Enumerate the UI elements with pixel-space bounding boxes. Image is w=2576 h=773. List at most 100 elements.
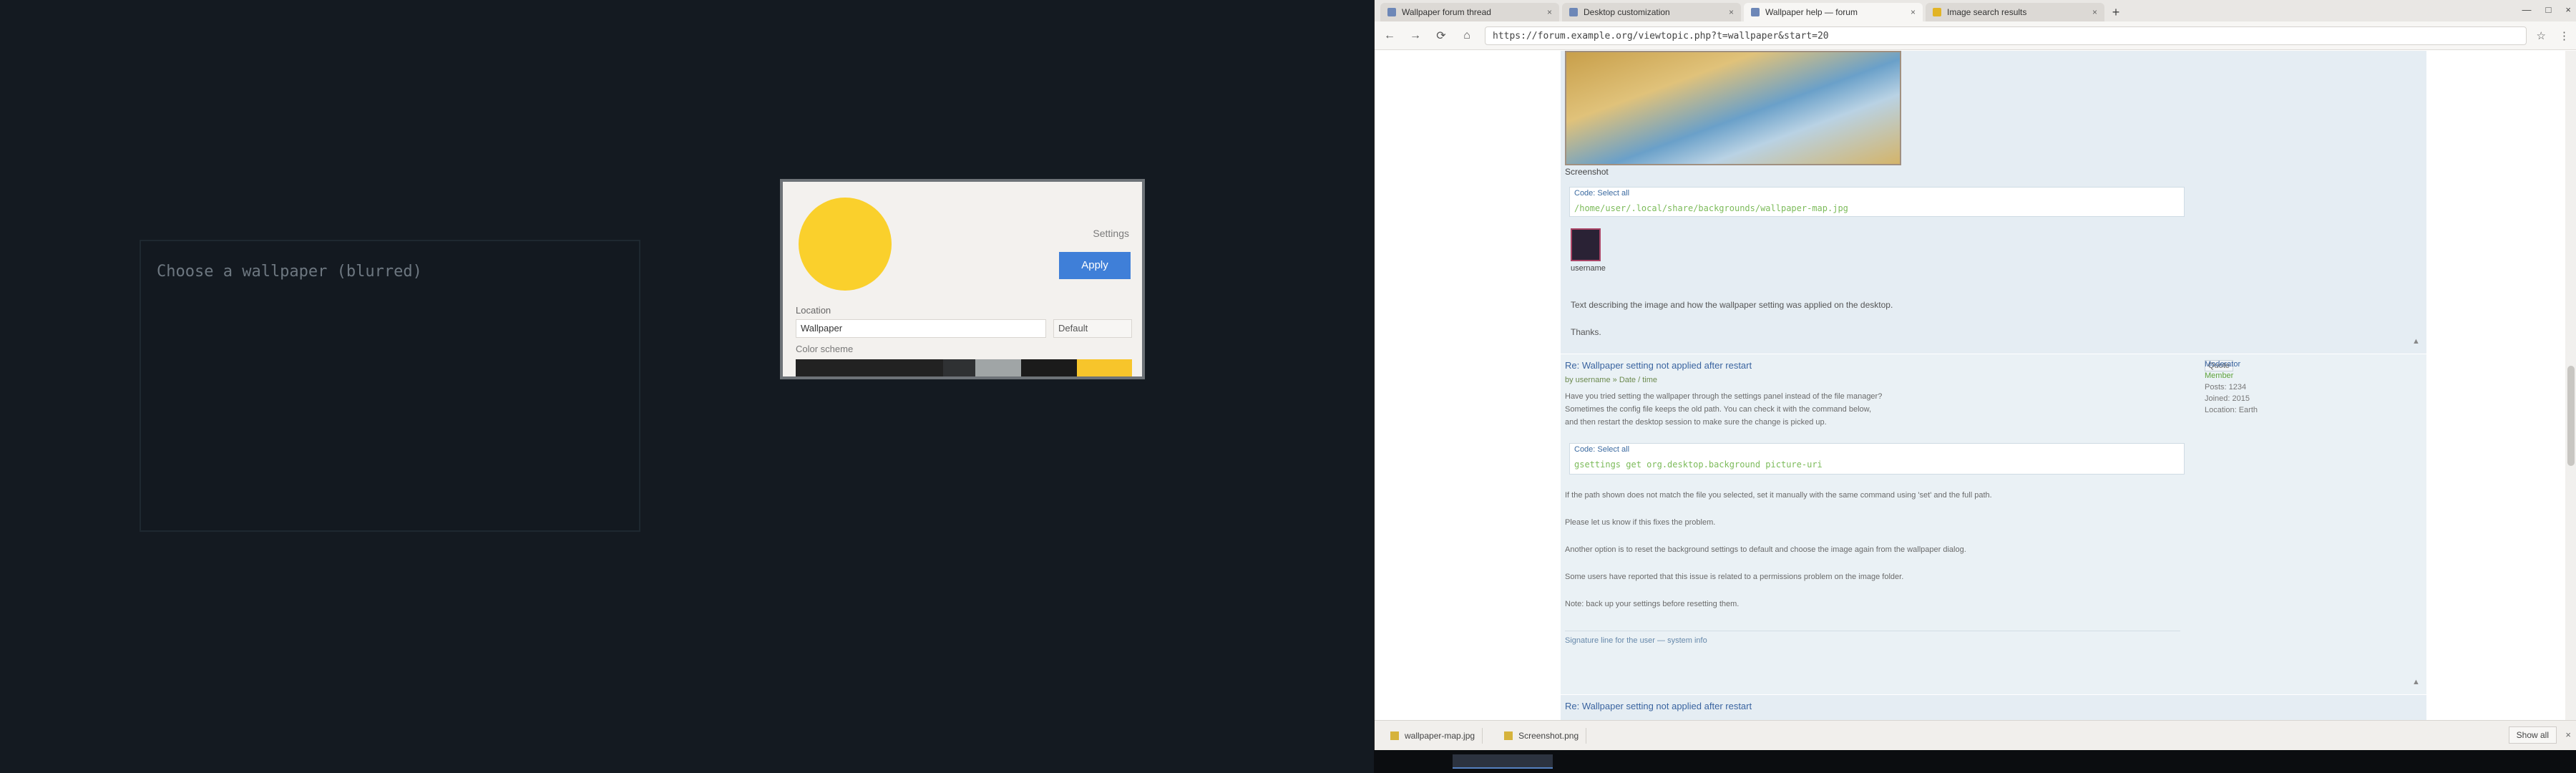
new-tab-button[interactable]: + <box>2107 4 2124 21</box>
post-body: Have you tried setting the wallpaper thr… <box>1565 390 1882 429</box>
color-swatch[interactable] <box>975 359 1022 376</box>
author-meta: Location: Earth <box>2205 406 2258 414</box>
image-caption: Screenshot <box>1565 167 1609 177</box>
page-scrollbar[interactable] <box>2565 51 2576 720</box>
tab-label: Wallpaper forum thread <box>1402 7 1491 17</box>
menu-icon[interactable]: ⋮ <box>2559 29 2570 42</box>
left-taskbar <box>0 750 1374 773</box>
author-meta: Posts: 1234 <box>2205 383 2247 392</box>
forum-post: Re: Wallpaper setting not applied after … <box>1561 695 2426 720</box>
desktop-workspace: Choose a wallpaper (blurred) Settings Ap… <box>0 0 1374 773</box>
sun-image <box>799 198 892 291</box>
close-tab-icon[interactable]: × <box>1547 7 1552 17</box>
color-scheme-strip[interactable] <box>796 359 1133 376</box>
download-item[interactable]: Screenshot.png <box>1497 727 1587 744</box>
post-title[interactable]: Re: Wallpaper setting not applied after … <box>1565 701 1752 711</box>
close-window-icon[interactable]: × <box>2565 4 2571 15</box>
author-name[interactable]: Moderator <box>2205 359 2258 370</box>
post-title[interactable]: Re: Wallpaper setting not applied after … <box>1565 360 1752 371</box>
location-input[interactable]: Wallpaper <box>796 319 1046 338</box>
post-paragraph: Some users have reported that this issue… <box>1565 573 1904 581</box>
download-filename: Screenshot.png <box>1518 730 1579 741</box>
post-paragraph: If the path shown does not match the fil… <box>1565 491 1992 500</box>
file-icon <box>1390 731 1399 740</box>
tab-forum-thread[interactable]: Wallpaper forum thread × <box>1380 3 1559 21</box>
post-paragraph: Please let us know if this fixes the pro… <box>1565 518 1716 527</box>
page-favicon-icon <box>1569 8 1578 16</box>
forum-post: Re: Wallpaper setting not applied after … <box>1561 354 2426 694</box>
code-text: /home/user/.local/share/backgrounds/wall… <box>1574 203 1848 213</box>
code-text: gsettings get org.desktop.background pic… <box>1574 460 1823 470</box>
back-icon[interactable]: ← <box>1382 29 1397 42</box>
taskbar <box>1374 750 2576 773</box>
panel-title: Choose a wallpaper (blurred) <box>157 263 422 281</box>
author-rank: Member <box>2205 371 2234 380</box>
wallpaper-preview-window[interactable]: Settings Apply Location Wallpaper Defaul… <box>780 179 1145 379</box>
apply-button[interactable]: Apply <box>1059 252 1131 279</box>
page-favicon-icon <box>1933 8 1941 16</box>
tab-bar: Wallpaper forum thread × Desktop customi… <box>1375 0 2576 21</box>
post-line: and then restart the desktop session to … <box>1565 418 1827 427</box>
tab-label: Image search results <box>1947 7 2027 17</box>
minimize-icon[interactable]: — <box>2522 4 2532 15</box>
location-row: Wallpaper Default <box>796 319 1132 339</box>
browser-window: Wallpaper forum thread × Desktop customi… <box>1374 0 2576 750</box>
close-downloads-icon[interactable]: × <box>2565 729 2571 740</box>
back-to-top-icon[interactable]: ▲ <box>2412 337 2422 347</box>
forum-post: Screenshot Code: Select all /home/user/.… <box>1561 51 2426 354</box>
page-favicon-icon <box>1751 8 1760 16</box>
reload-icon[interactable]: ⟳ <box>1433 29 1449 43</box>
color-swatch[interactable] <box>1021 359 1077 376</box>
avatar[interactable] <box>1571 228 1601 261</box>
code-block: Code: Select all /home/user/.local/share… <box>1569 187 2185 217</box>
tab-wallpaper-help[interactable]: Wallpaper help — forum × <box>1744 3 1923 21</box>
post-warning-note: Note: back up your settings before reset… <box>1565 600 1740 608</box>
taskbar-app-browser[interactable] <box>1453 754 1553 769</box>
show-all-downloads-button[interactable]: Show all <box>2508 726 2557 744</box>
avatar-username[interactable]: username <box>1571 264 1606 273</box>
page-content: Screenshot Code: Select all /home/user/.… <box>1375 51 2576 720</box>
author-meta: Joined: 2015 <box>2205 394 2250 403</box>
tab-customization[interactable]: Desktop customization × <box>1562 3 1741 21</box>
downloads-bar: wallpaper-map.jpg Screenshot.png Show al… <box>1375 720 2576 750</box>
download-filename: wallpaper-map.jpg <box>1405 730 1475 741</box>
post-body: Text describing the image and how the wa… <box>1571 300 1893 310</box>
home-icon[interactable]: ⌂ <box>1459 29 1475 42</box>
close-tab-icon[interactable]: × <box>1911 7 1916 17</box>
post-line: Sometimes the config file keeps the old … <box>1565 405 1872 414</box>
map-image[interactable] <box>1565 51 1901 165</box>
post-line: Have you tried setting the wallpaper thr… <box>1565 392 1883 401</box>
mode-select[interactable]: Default <box>1053 319 1132 338</box>
close-tab-icon[interactable]: × <box>2092 7 2097 17</box>
download-item[interactable]: wallpaper-map.jpg <box>1383 727 1483 744</box>
settings-link[interactable]: Settings <box>1093 228 1129 239</box>
navigation-toolbar: ← → ⟳ ⌂ https://forum.example.org/viewto… <box>1375 21 2576 50</box>
color-swatch[interactable] <box>943 359 976 376</box>
location-label: Location <box>796 305 831 316</box>
select-all-link[interactable]: Code: Select all <box>1574 189 1629 198</box>
maximize-icon[interactable]: □ <box>2546 4 2552 15</box>
forward-icon[interactable]: → <box>1407 29 1423 42</box>
tab-label: Desktop customization <box>1584 7 1670 17</box>
close-tab-icon[interactable]: × <box>1729 7 1734 17</box>
file-icon <box>1504 731 1513 740</box>
post-author-date: by username » Date / time <box>1565 376 1658 384</box>
window-controls: — □ × <box>2522 4 2571 15</box>
select-all-link[interactable]: Code: Select all <box>1574 445 1629 454</box>
address-bar[interactable]: https://forum.example.org/viewtopic.php?… <box>1485 26 2527 45</box>
post-paragraph: Another option is to reset the backgroun… <box>1565 545 1966 554</box>
tab-label: Wallpaper help — forum <box>1765 7 1858 17</box>
wallpaper-chooser-panel: Choose a wallpaper (blurred) <box>140 240 640 532</box>
tab-image-search[interactable]: Image search results × <box>1926 3 2104 21</box>
toolbar-right: ☆ ⋮ <box>2537 29 2570 42</box>
page-favicon-icon <box>1387 8 1396 16</box>
post-footer: Thanks. <box>1571 327 1601 337</box>
color-swatch[interactable] <box>796 359 944 376</box>
scrollbar-thumb[interactable] <box>2567 366 2575 466</box>
color-swatch[interactable] <box>1076 359 1133 376</box>
post-author-profile: Moderator Member Posts: 1234 Joined: 201… <box>2205 359 2258 416</box>
color-scheme-label: Color scheme <box>796 344 854 354</box>
back-to-top-icon[interactable]: ▲ <box>2412 678 2422 688</box>
code-block: Code: Select all gsettings get org.deskt… <box>1569 443 2185 475</box>
bookmark-star-icon[interactable]: ☆ <box>2537 29 2546 42</box>
